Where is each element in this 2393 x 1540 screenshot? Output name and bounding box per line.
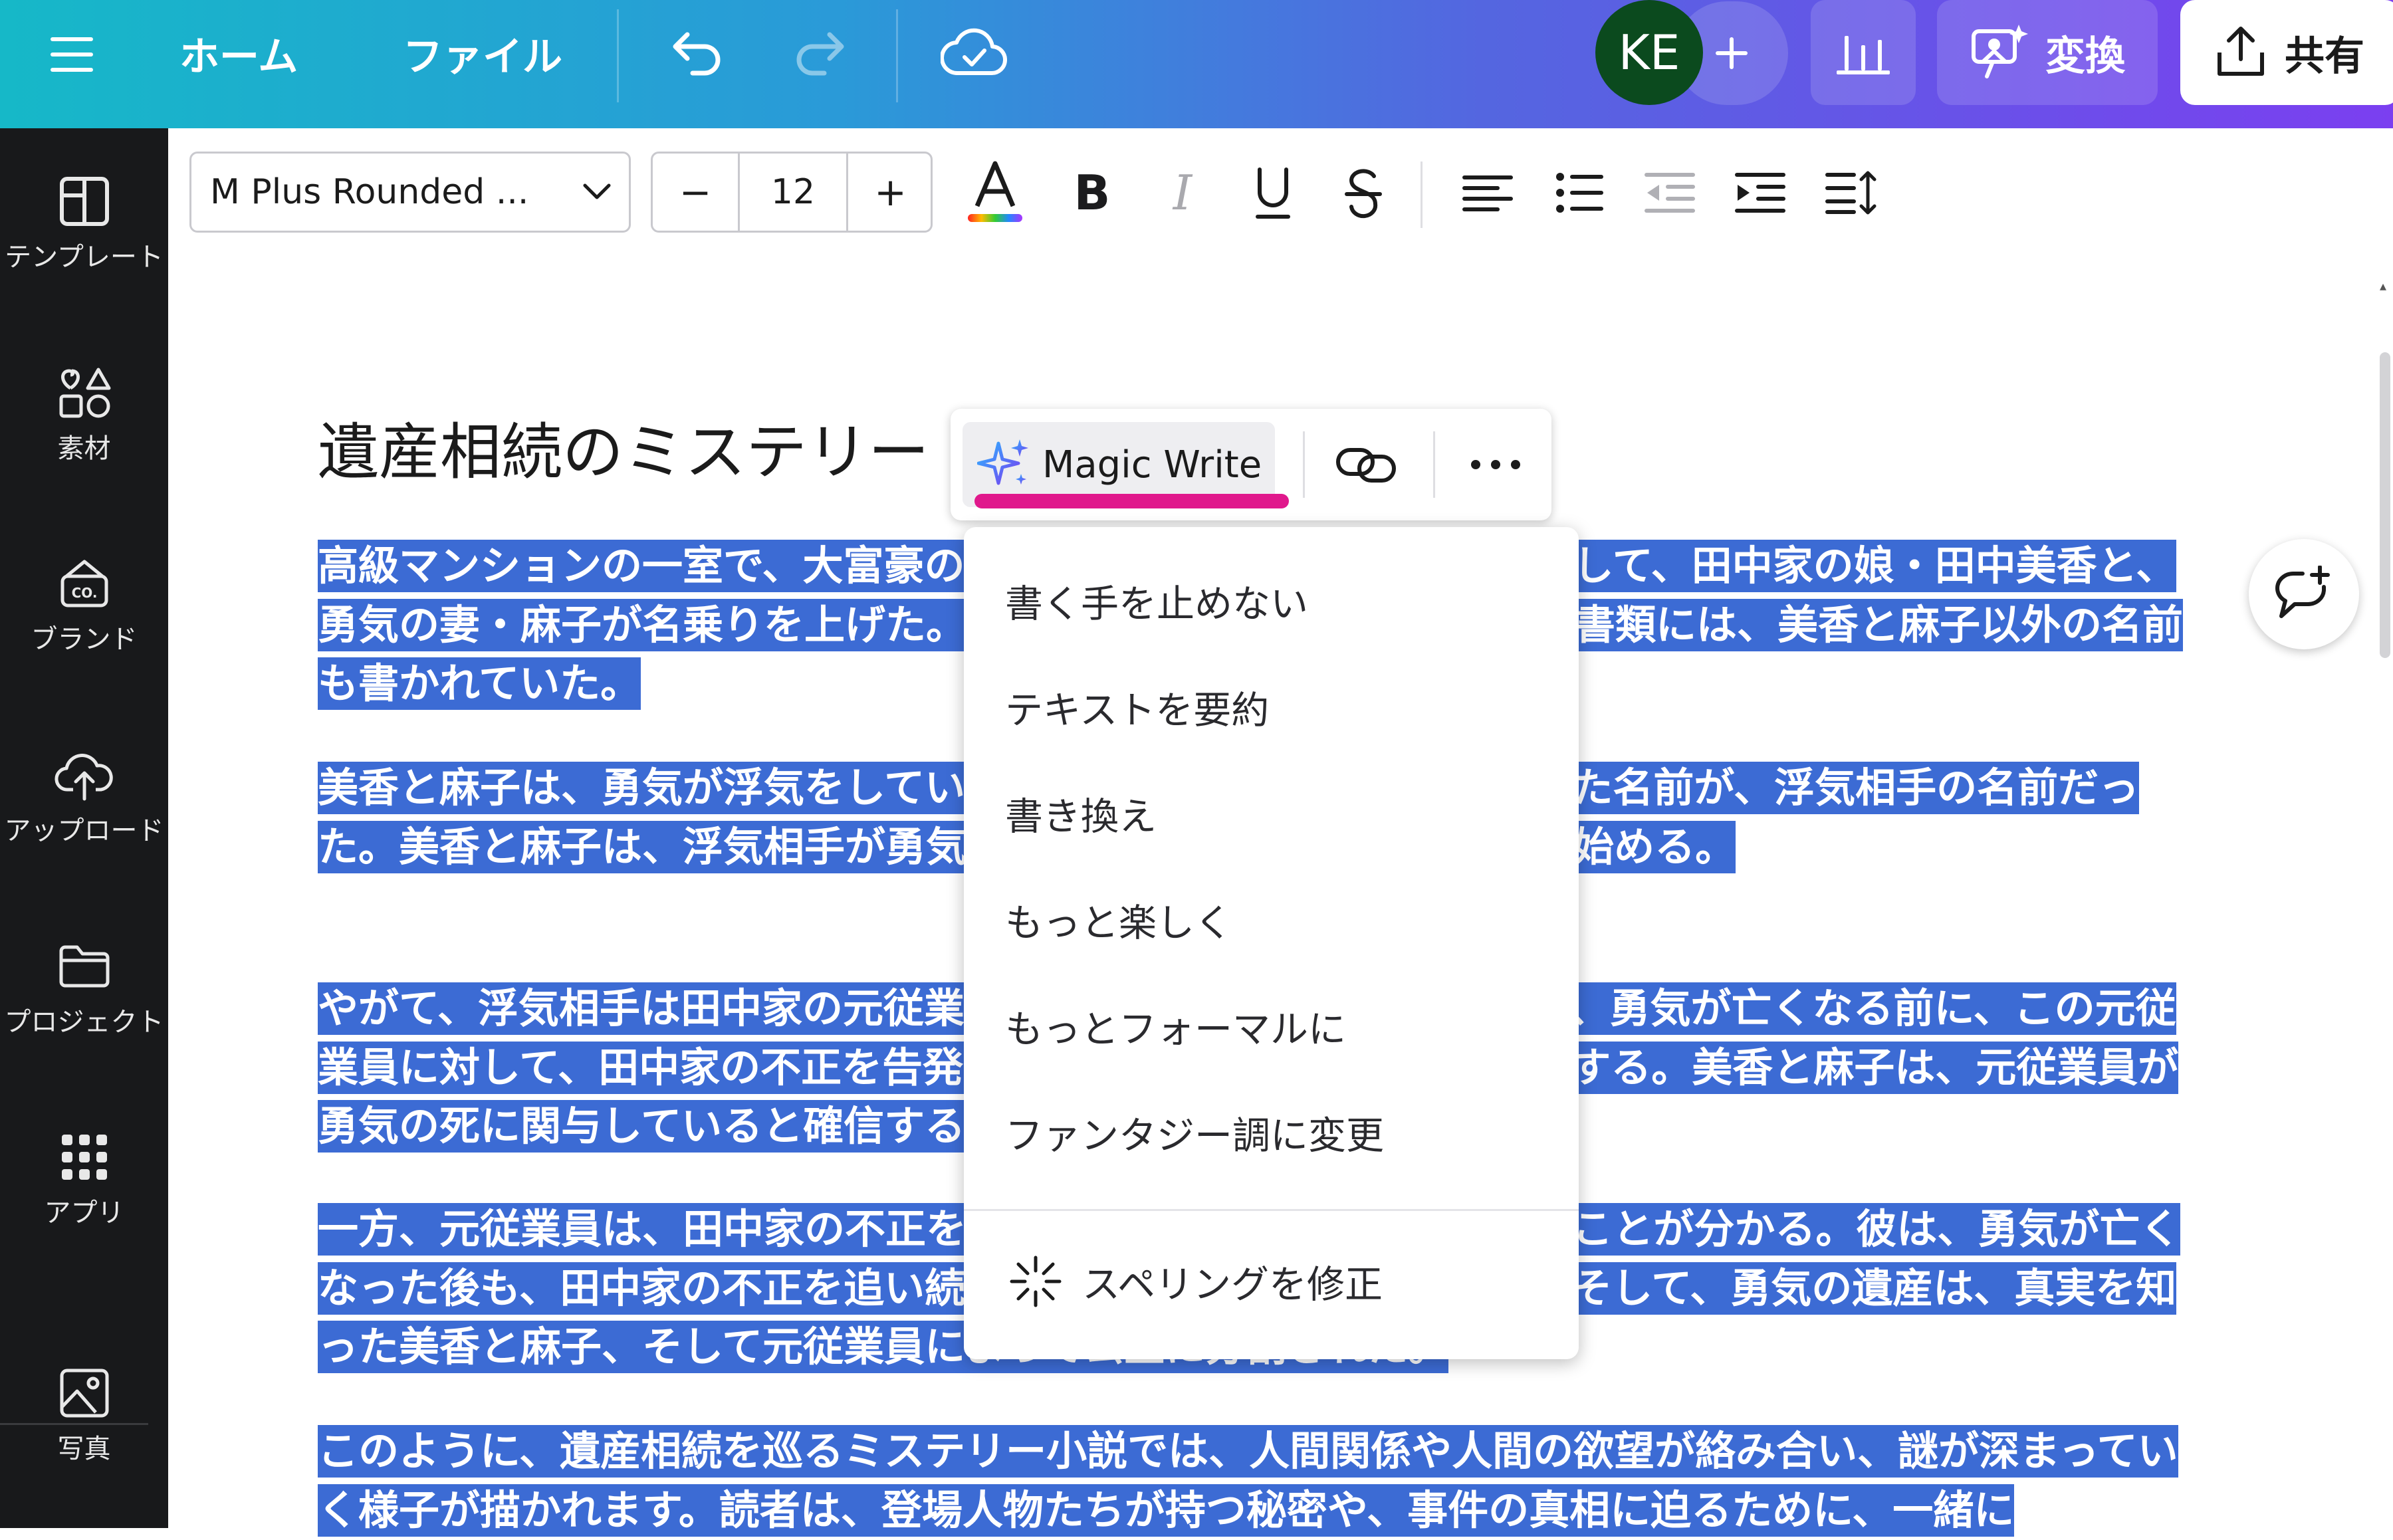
- menu-item-fix-spelling[interactable]: スペリングを修正: [1008, 1254, 1383, 1309]
- sidebar-item-label: 写真: [57, 1434, 111, 1464]
- convert-button[interactable]: 変換: [1937, 0, 2158, 105]
- bullet-list-icon[interactable]: [1549, 163, 1609, 223]
- more-options-icon[interactable]: [1456, 431, 1536, 498]
- convert-sparkle-icon: [1970, 25, 2029, 80]
- menu-item-summarize[interactable]: テキストを要約: [1005, 680, 1269, 734]
- document-title[interactable]: 遺産相続のミステリー: [318, 403, 929, 491]
- add-comment-button[interactable]: [2249, 539, 2359, 649]
- menu-item-more-formal[interactable]: もっとフォーマルに: [1005, 999, 1346, 1053]
- brand-icon: CO.: [55, 554, 114, 613]
- folder-icon: [55, 936, 114, 996]
- spelling-sparkle-icon: [1008, 1254, 1064, 1309]
- strikethrough-icon[interactable]: [1337, 160, 1390, 227]
- share-button[interactable]: 共有: [2180, 0, 2393, 105]
- scroll-up-icon[interactable]: ▴: [2380, 279, 2390, 292]
- home-button[interactable]: ホーム: [179, 27, 298, 80]
- indent-icon[interactable]: [1730, 163, 1790, 223]
- upload-icon: [55, 745, 114, 805]
- insights-button[interactable]: [1811, 0, 1916, 105]
- photo-icon: [55, 1363, 114, 1423]
- convert-label: 変換: [2045, 33, 2125, 80]
- magic-write-active-indicator: [974, 494, 1289, 508]
- topbar-divider: [896, 9, 898, 102]
- left-sidebar: テンプレート 素材 CO. ブランド アップロード プロジェクト アプリ 写真: [0, 128, 168, 1528]
- share-icon: [2216, 26, 2266, 79]
- menu-item-label: スペリングを修正: [1082, 1263, 1383, 1307]
- comment-add-icon: [2273, 566, 2335, 623]
- underline-icon[interactable]: [1246, 160, 1300, 227]
- sidebar-item-label: アプリ: [44, 1198, 124, 1228]
- format-toolbar: M Plus Rounded ... − 12 + B I: [168, 128, 2393, 261]
- magic-write-label: Magic Write: [1042, 443, 1262, 487]
- decrease-font-size-button[interactable]: −: [653, 154, 740, 231]
- bold-icon[interactable]: B: [1066, 163, 1119, 223]
- sidebar-item-label: 素材: [57, 433, 111, 464]
- text-color-icon[interactable]: [963, 156, 1027, 229]
- font-family-value: M Plus Rounded ...: [210, 172, 529, 212]
- magic-write-menu: 書く手を止めない テキストを要約 書き換え もっと楽しく もっとフォーマルに フ…: [964, 527, 1579, 1359]
- increase-font-size-button[interactable]: +: [846, 154, 933, 231]
- file-menu-button[interactable]: ファイル: [403, 27, 562, 80]
- template-icon: [55, 171, 114, 231]
- toolbar-divider: [1433, 431, 1435, 498]
- sidebar-item-label: ブランド: [31, 624, 138, 655]
- topbar-divider: [617, 9, 619, 102]
- menu-item-fantasy[interactable]: ファンタジー調に変更: [1005, 1105, 1384, 1160]
- menu-item-continue-writing[interactable]: 書く手を止めない: [1005, 574, 1308, 628]
- paragraph[interactable]: このように、遺産相続を巡るミステリー小説では、人間関係や人間の欲望が絡み合い、謎…: [318, 1422, 2199, 1540]
- sidebar-item-brand[interactable]: CO. ブランド: [0, 554, 168, 687]
- sidebar-item-apps[interactable]: アプリ: [0, 1127, 168, 1260]
- undo-icon[interactable]: [665, 24, 729, 81]
- selected-text: このように、遺産相続を巡るミステリー小説では、人間関係や人間の欲望が絡み合い、謎…: [318, 1425, 2178, 1537]
- menu-item-more-fun[interactable]: もっと楽しく: [1005, 893, 1232, 947]
- sidebar-item-label: テンプレート: [5, 242, 164, 273]
- toolbar-divider: [1303, 431, 1305, 498]
- sidebar-item-photos[interactable]: 写真: [0, 1363, 168, 1496]
- sidebar-item-elements[interactable]: 素材: [0, 363, 168, 496]
- font-size-input[interactable]: 12: [740, 154, 846, 231]
- cloud-saved-icon[interactable]: [937, 20, 1010, 86]
- link-icon[interactable]: [1329, 431, 1403, 498]
- elements-icon: [55, 363, 114, 423]
- font-size-stepper: − 12 +: [651, 152, 933, 233]
- sidebar-item-uploads[interactable]: アップロード: [0, 745, 168, 878]
- avatar[interactable]: KE: [1595, 0, 1703, 105]
- redo-icon[interactable]: [788, 24, 852, 81]
- avatar-initials: KE: [1618, 25, 1680, 80]
- sidebar-item-label: アップロード: [4, 816, 164, 846]
- format-toolbar-divider: [1421, 162, 1423, 228]
- sidebar-item-templates[interactable]: テンプレート: [0, 171, 168, 304]
- align-left-icon[interactable]: [1458, 163, 1518, 223]
- vertical-scrollbar[interactable]: [2380, 352, 2390, 658]
- menu-icon[interactable]: [44, 27, 100, 82]
- magic-sparkle-icon: [977, 437, 1033, 493]
- apps-icon: [55, 1127, 114, 1187]
- menu-item-rewrite[interactable]: 書き換え: [1005, 786, 1157, 841]
- menu-divider: [964, 1209, 1579, 1211]
- chevron-down-icon: [582, 183, 612, 201]
- svg-text:CO.: CO.: [71, 585, 97, 601]
- top-bar: ホーム ファイル KE 変換 共有: [0, 0, 2393, 128]
- sidebar-item-label: プロジェクト: [4, 1007, 164, 1038]
- share-label: 共有: [2285, 33, 2364, 80]
- outdent-icon[interactable]: [1640, 163, 1700, 223]
- sidebar-item-projects[interactable]: プロジェクト: [0, 936, 168, 1069]
- italic-icon[interactable]: I: [1156, 163, 1209, 223]
- font-family-select[interactable]: M Plus Rounded ...: [189, 152, 631, 233]
- line-spacing-icon[interactable]: [1822, 163, 1882, 223]
